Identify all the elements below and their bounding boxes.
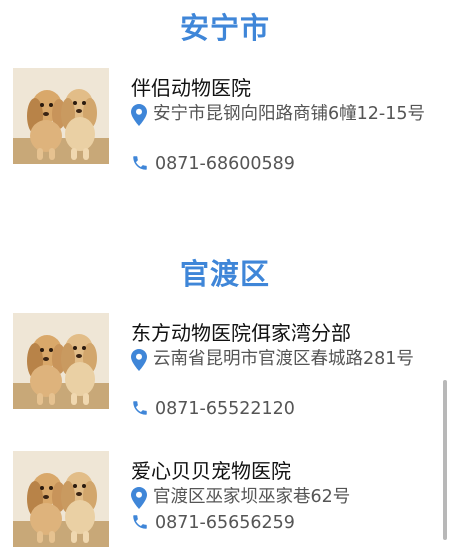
phone-icon: [133, 515, 147, 529]
puppies-photo: [13, 451, 109, 547]
location-pin-icon: [131, 349, 147, 371]
hospital-list-page: 安宁市 伴侣动物医院 安宁市昆钢向阳路商铺6幢12-15号 0871-68600…: [0, 0, 450, 554]
section-title-guandu: 官渡区: [179, 257, 270, 291]
address-text: 官渡区巫家坝巫家巷62号: [153, 487, 351, 507]
phone-number[interactable]: 0871-65522120: [131, 397, 295, 421]
puppies-photo: [13, 68, 109, 164]
hospital-name: 爱心贝贝宠物医院: [131, 459, 291, 483]
hospital-name: 伴侣动物医院: [131, 76, 251, 100]
scrollbar[interactable]: [443, 380, 447, 540]
location-pin-icon: [131, 104, 147, 126]
address-row: 官渡区巫家坝巫家巷62号: [131, 485, 436, 510]
address-text: 云南省昆明市官渡区春城路281号: [153, 349, 414, 369]
phone-icon: [133, 401, 147, 415]
phone-icon: [133, 156, 147, 170]
phone-number[interactable]: 0871-65656259: [131, 511, 295, 535]
address-row: 云南省昆明市官渡区春城路281号: [131, 347, 436, 372]
location-pin-icon: [131, 487, 147, 509]
hospital-name: 东方动物医院佴家湾分部: [131, 321, 351, 345]
phone-row[interactable]: 0871-65656259: [131, 511, 295, 535]
phone-number[interactable]: 0871-68600589: [131, 152, 295, 176]
address-text: 安宁市昆钢向阳路商铺6幢12-15号: [153, 104, 425, 124]
phone-row[interactable]: 0871-68600589: [131, 152, 295, 176]
section-title-anning: 安宁市: [179, 11, 270, 45]
puppies-photo: [13, 313, 109, 409]
phone-row[interactable]: 0871-65522120: [131, 397, 295, 421]
address-row: 安宁市昆钢向阳路商铺6幢12-15号: [131, 102, 436, 127]
